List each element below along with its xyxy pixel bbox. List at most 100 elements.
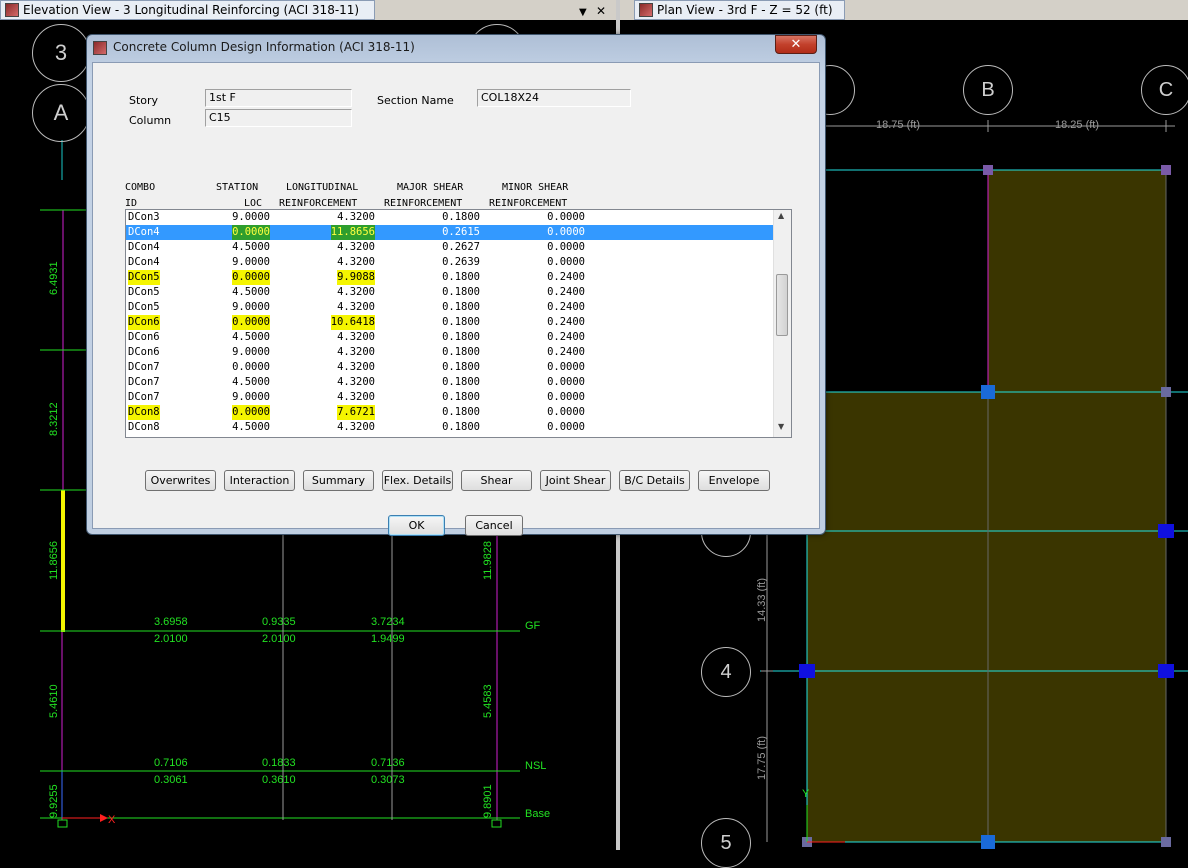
table-row[interactable]: DCon7 4.5000 4.3200 0.1800 0.0000 <box>126 375 774 390</box>
table-row[interactable]: DCon5 9.0000 4.3200 0.1800 0.2400 <box>126 300 774 315</box>
beam-value: 0.9335 <box>262 616 296 628</box>
scroll-thumb[interactable] <box>776 274 788 336</box>
cell-id: DCon5 <box>128 301 160 313</box>
cell-major: 0.1800 <box>442 331 480 343</box>
cell-minor: 0.0000 <box>547 256 585 268</box>
axis-x-label: X <box>108 814 116 826</box>
right-view-titlebar[interactable]: Plan View - 3rd F - Z = 52 (ft) <box>634 0 845 20</box>
table-row[interactable]: DCon8 4.5000 4.3200 0.1800 0.0000 <box>126 420 774 435</box>
cell-minor: 0.2400 <box>547 271 585 283</box>
cell-minor: 0.0000 <box>547 421 585 433</box>
table-row[interactable]: DCon8 0.0000 7.6721 0.1800 0.0000 <box>126 405 774 420</box>
cell-long: 4.3200 <box>337 346 375 358</box>
list-scrollbar[interactable]: ▲ ▼ <box>773 210 791 437</box>
cell-minor: 0.0000 <box>547 376 585 388</box>
cell-id: DCon6 <box>128 346 160 358</box>
cell-minor: 0.0000 <box>547 226 585 238</box>
envelope-button[interactable]: Envelope <box>698 470 770 491</box>
cell-id: DCon8 <box>128 405 160 420</box>
column-design-dialog[interactable]: Concrete Column Design Information (ACI … <box>86 34 826 536</box>
column-field: C15 <box>205 109 352 127</box>
cell-id: DCon7 <box>128 391 160 403</box>
slab-panel <box>987 169 1167 393</box>
beam-value: 0.7136 <box>371 757 405 769</box>
cell-long: 4.3200 <box>337 286 375 298</box>
scroll-down-icon[interactable]: ▼ <box>778 422 784 431</box>
cell-loc: 4.5000 <box>232 286 270 298</box>
right-view-title-filler <box>620 0 634 20</box>
cell-major: 0.2627 <box>442 241 480 253</box>
header-loc: LOC <box>244 198 263 209</box>
cell-major: 0.2639 <box>442 256 480 268</box>
cell-major: 0.1800 <box>442 316 480 328</box>
header-id: ID <box>125 198 138 209</box>
table-row[interactable]: DCon4 9.0000 4.3200 0.2639 0.0000 <box>126 255 774 270</box>
ok-button[interactable]: OK <box>388 515 445 536</box>
column-value: 5.4610 <box>48 684 60 718</box>
cell-id: DCon6 <box>128 331 160 343</box>
table-row[interactable]: DCon6 0.0000 10.6418 0.1800 0.2400 <box>126 315 774 330</box>
table-row[interactable]: DCon5 0.0000 9.9088 0.1800 0.2400 <box>126 270 774 285</box>
cell-loc: 9.0000 <box>232 391 270 403</box>
cell-loc: 4.5000 <box>232 421 270 433</box>
left-view-close-icon[interactable]: ✕ <box>596 1 606 21</box>
overwrites-button[interactable]: Overwrites <box>145 470 216 491</box>
beam-value: 3.6958 <box>154 616 188 628</box>
right-view-title: Plan View - 3rd F - Z = 52 (ft) <box>657 3 833 17</box>
beam-value: 3.7234 <box>371 616 405 628</box>
dialog-client-area: Story 1st F Column C15 Section Name COL1… <box>92 62 820 536</box>
cell-id: DCon4 <box>128 226 160 238</box>
design-results-list[interactable]: DCon3 9.0000 4.3200 0.1800 0.0000 DCon4 0.0000… <box>125 209 792 438</box>
cell-major: 0.1800 <box>442 271 480 283</box>
left-view-titlebar[interactable]: Elevation View - 3 Longitudinal Reinforc… <box>0 0 375 20</box>
cell-minor: 0.2400 <box>547 346 585 358</box>
shear-button[interactable]: Shear <box>461 470 532 491</box>
scroll-up-icon[interactable]: ▲ <box>778 211 784 220</box>
table-row[interactable]: DCon7 0.0000 4.3200 0.1800 0.0000 <box>126 360 774 375</box>
cell-id: DCon4 <box>128 256 160 268</box>
interaction-button[interactable]: Interaction <box>224 470 295 491</box>
cell-id: DCon3 <box>128 211 160 223</box>
header-reinforcement: REINFORCEMENT <box>489 198 568 209</box>
column-value: 6.4931 <box>48 261 60 295</box>
cell-long: 4.3200 <box>337 361 375 373</box>
cell-loc: 0.0000 <box>232 270 270 285</box>
table-row[interactable]: DCon4 0.0000 11.8656 0.2615 0.0000 <box>126 225 774 240</box>
header-combo: COMBO <box>125 182 156 193</box>
summary-button[interactable]: Summary <box>303 470 374 491</box>
dialog-close-button[interactable]: ✕ <box>775 35 817 54</box>
column-value: 11.9828 <box>482 541 494 580</box>
grid-bubble-B: B <box>963 65 1013 115</box>
beam-value: 2.0100 <box>154 633 188 645</box>
cell-long: 4.3200 <box>337 211 375 223</box>
table-row[interactable]: DCon7 9.0000 4.3200 0.1800 0.0000 <box>126 390 774 405</box>
flex-details-button[interactable]: Flex. Details <box>382 470 453 491</box>
joint-shear-button[interactable]: Joint Shear <box>540 470 611 491</box>
table-row[interactable]: DCon5 4.5000 4.3200 0.1800 0.2400 <box>126 285 774 300</box>
cell-major: 0.1800 <box>442 301 480 313</box>
left-view-dropdown-icon[interactable]: ▼ <box>579 2 587 22</box>
cell-loc: 9.0000 <box>232 346 270 358</box>
column-value: 8.3212 <box>48 402 60 436</box>
dimension-label: 17.75 (ft) <box>756 735 768 780</box>
cell-long: 4.3200 <box>337 331 375 343</box>
table-row[interactable]: DCon6 4.5000 4.3200 0.1800 0.2400 <box>126 330 774 345</box>
cell-major: 0.1800 <box>442 286 480 298</box>
cell-minor: 0.0000 <box>547 391 585 403</box>
column-value: 11.8656 <box>48 541 60 580</box>
cell-major: 0.2615 <box>442 226 480 238</box>
cell-minor: 0.0000 <box>547 211 585 223</box>
cell-major: 0.1800 <box>442 376 480 388</box>
cell-long: 9.9088 <box>337 270 375 285</box>
cell-major: 0.1800 <box>442 391 480 403</box>
cancel-button[interactable]: Cancel <box>465 515 523 536</box>
cell-loc: 0.0000 <box>232 225 270 240</box>
table-row[interactable]: DCon4 4.5000 4.3200 0.2627 0.0000 <box>126 240 774 255</box>
table-row[interactable]: DCon6 9.0000 4.3200 0.1800 0.2400 <box>126 345 774 360</box>
dialog-app-icon <box>93 41 107 55</box>
level-label-base: Base <box>525 808 551 820</box>
bc-details-button[interactable]: B/C Details <box>619 470 690 491</box>
table-row[interactable]: DCon3 9.0000 4.3200 0.1800 0.0000 <box>126 210 774 225</box>
cell-id: DCon7 <box>128 376 160 388</box>
cell-id: DCon6 <box>128 315 160 330</box>
